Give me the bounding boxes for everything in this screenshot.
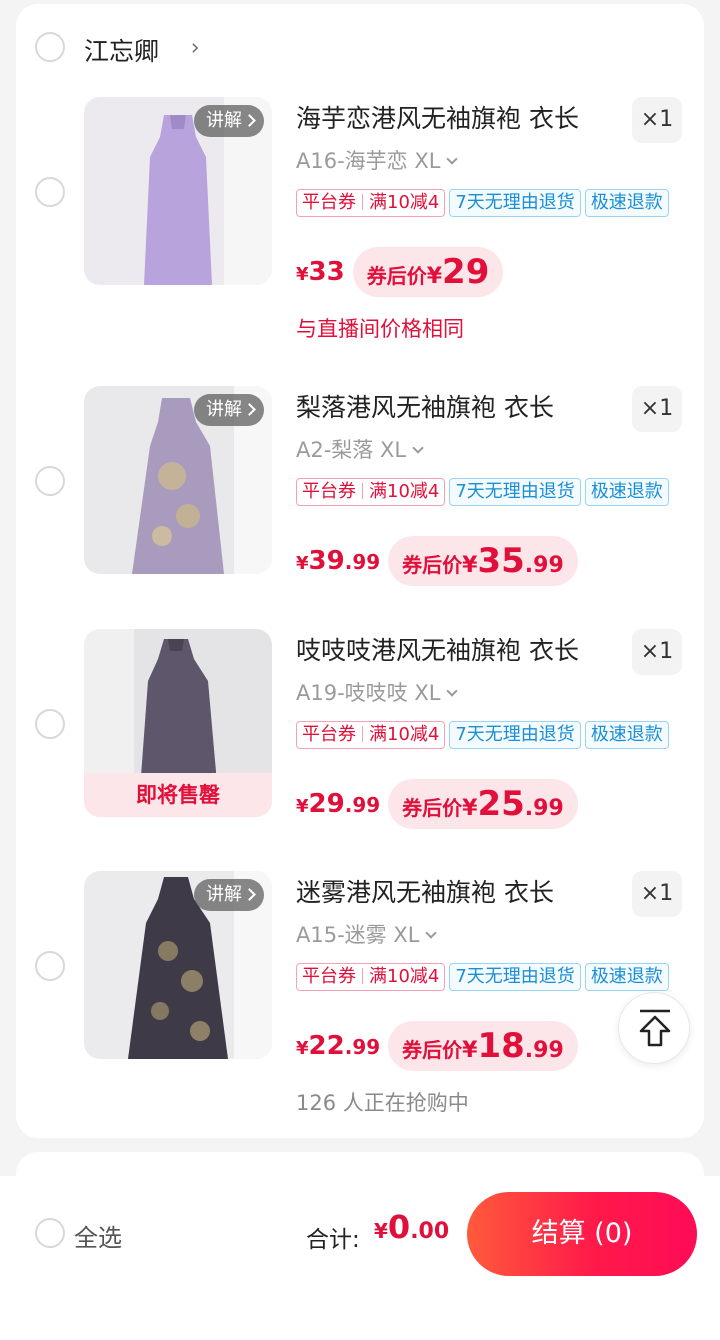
original-price: ¥39.99 — [296, 546, 381, 576]
product-title[interactable]: 海芋恋港风无袖旗袍 衣长 — [296, 99, 579, 135]
coupon-tag: 平台券 满10减4 — [296, 189, 446, 217]
coupon-price: 券后价¥35.99 — [388, 536, 578, 586]
checkout-bar: 全选 合计: ¥0.00 结算 (0) — [0, 1176, 720, 1340]
platform-coupon-label: 平台券 — [302, 966, 356, 987]
quantity-button[interactable]: ×1 — [632, 871, 682, 917]
discount-label: 满10减4 — [369, 966, 440, 987]
select-all-radio[interactable] — [35, 1218, 65, 1248]
spec-text: A2-梨落 XL — [296, 438, 407, 462]
shop-select-radio[interactable] — [35, 32, 65, 62]
price-row: ¥29.99 券后价¥25.99 — [296, 779, 578, 829]
refund-tag: 极速退款 — [584, 963, 669, 991]
explain-badge[interactable]: 讲解 — [194, 394, 264, 426]
coupon-tag: 平台券 满10减4 — [296, 721, 446, 749]
quantity-button[interactable]: ×1 — [632, 97, 682, 143]
total-amount: ¥0.00 — [374, 1208, 450, 1246]
platform-coupon-label: 平台券 — [302, 724, 356, 745]
tag-row: 平台券 满10减4 7天无理由退货 极速退款 — [296, 189, 673, 217]
chevron-down-icon — [446, 685, 459, 697]
shop-name[interactable]: 江忘卿 — [84, 32, 159, 68]
item-select-radio[interactable] — [35, 466, 65, 496]
product-image[interactable]: 讲解 — [84, 386, 272, 574]
product-image[interactable]: 即将售罄 — [84, 629, 272, 817]
checkout-button[interactable]: 结算 (0) — [467, 1192, 697, 1276]
explain-badge[interactable]: 讲解 — [194, 105, 264, 137]
refund-tag: 极速退款 — [584, 721, 669, 749]
quantity-button[interactable]: ×1 — [632, 386, 682, 432]
cart-item: 即将售罄 吱吱吱港风无袖旗袍 衣长 ×1 A19-吱吱吱 XL 平台券 满10减4… — [16, 629, 704, 879]
shop-card: 江忘卿 讲解 海芋恋港风无袖旗袍 衣长 ×1 A16-海芋恋 XL 平台券 满10… — [16, 4, 704, 1138]
price-row: ¥39.99 券后价¥35.99 — [296, 536, 578, 586]
tag-row: 平台券 满10减4 7天无理由退货 极速退款 — [296, 721, 673, 749]
product-image[interactable]: 讲解 — [84, 871, 272, 1059]
buyers-count: 126 人正在抢购中 — [296, 1091, 469, 1115]
arrow-up-icon — [639, 1009, 671, 1047]
refund-tag: 极速退款 — [584, 478, 669, 506]
original-price: ¥33 — [296, 257, 345, 287]
spec-text: A19-吱吱吱 XL — [296, 681, 441, 705]
spec-selector[interactable]: A16-海芋恋 XL — [296, 145, 459, 175]
return-tag: 7天无理由退货 — [449, 189, 581, 217]
soldout-banner: 即将售罄 — [84, 773, 272, 817]
item-select-radio[interactable] — [35, 951, 65, 981]
select-all-label[interactable]: 全选 — [74, 1218, 122, 1253]
tag-row: 平台券 满10减4 7天无理由退货 极速退款 — [296, 478, 673, 506]
product-image[interactable]: 讲解 — [84, 97, 272, 285]
platform-coupon-label: 平台券 — [302, 192, 356, 213]
original-price: ¥29.99 — [296, 789, 381, 819]
cart-item: 讲解 海芋恋港风无袖旗袍 衣长 ×1 A16-海芋恋 XL 平台券 满10减4 7天… — [16, 97, 704, 347]
price-row: ¥33 券后价¥29 — [296, 247, 504, 297]
coupon-price: 券后价¥25.99 — [388, 779, 578, 829]
cart-item: 讲解 梨落港风无袖旗袍 衣长 ×1 A2-梨落 XL 平台券 满10减4 7天无理由… — [16, 386, 704, 636]
return-tag: 7天无理由退货 — [449, 478, 581, 506]
price-note: 与直播间价格相同 — [296, 317, 464, 341]
coupon-tag: 平台券 满10减4 — [296, 963, 446, 991]
explain-badge[interactable]: 讲解 — [194, 879, 264, 911]
spec-text: A16-海芋恋 XL — [296, 149, 441, 173]
shop-header[interactable]: 江忘卿 — [16, 4, 704, 94]
item-select-radio[interactable] — [35, 177, 65, 207]
total-label: 合计: — [306, 1227, 360, 1253]
chevron-down-icon — [412, 442, 424, 454]
platform-coupon-label: 平台券 — [302, 481, 356, 502]
spec-selector[interactable]: A2-梨落 XL — [296, 434, 424, 464]
coupon-price: 券后价¥18.99 — [388, 1021, 578, 1071]
product-title[interactable]: 吱吱吱港风无袖旗袍 衣长 — [296, 631, 579, 667]
original-price: ¥22.99 — [296, 1031, 381, 1061]
back-to-top-button[interactable] — [618, 992, 690, 1064]
spec-selector[interactable]: A19-吱吱吱 XL — [296, 677, 459, 707]
discount-label: 满10减4 — [369, 724, 440, 745]
product-title[interactable]: 梨落港风无袖旗袍 衣长 — [296, 388, 554, 424]
coupon-price: 券后价¥29 — [352, 247, 504, 297]
price-row: ¥22.99 券后价¥18.99 — [296, 1021, 578, 1071]
spec-text: A15-迷雾 XL — [296, 923, 420, 947]
chevron-down-icon — [446, 153, 459, 165]
discount-label: 满10减4 — [369, 481, 440, 502]
chevron-right-icon[interactable] — [190, 43, 200, 53]
tag-row: 平台券 满10减4 7天无理由退货 极速退款 — [296, 963, 673, 991]
product-title[interactable]: 迷雾港风无袖旗袍 衣长 — [296, 873, 554, 909]
return-tag: 7天无理由退货 — [449, 963, 581, 991]
quantity-button[interactable]: ×1 — [632, 629, 682, 675]
item-select-radio[interactable] — [35, 709, 65, 739]
spec-selector[interactable]: A15-迷雾 XL — [296, 919, 438, 949]
cart-item: 讲解 迷雾港风无袖旗袍 衣长 ×1 A15-迷雾 XL 平台券 满10减4 7天无理… — [16, 871, 704, 1121]
discount-label: 满10减4 — [369, 192, 440, 213]
refund-tag: 极速退款 — [584, 189, 669, 217]
return-tag: 7天无理由退货 — [449, 721, 581, 749]
coupon-tag: 平台券 满10减4 — [296, 478, 446, 506]
chevron-down-icon — [425, 927, 438, 939]
